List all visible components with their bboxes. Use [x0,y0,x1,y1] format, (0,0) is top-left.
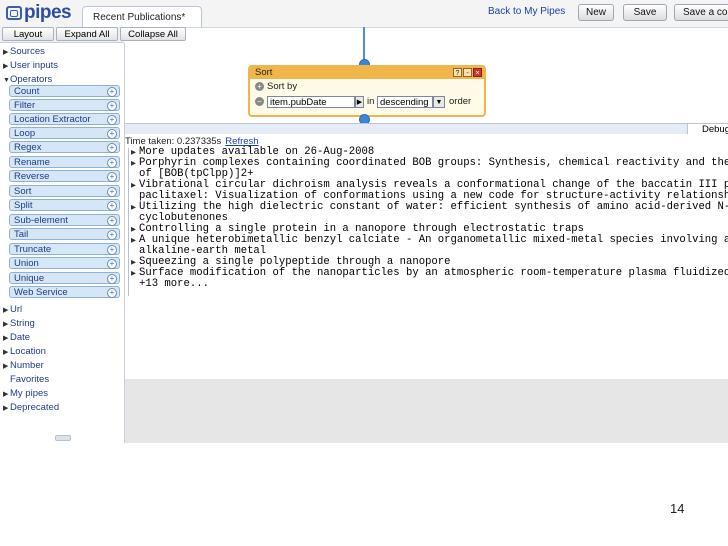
add-icon[interactable]: + [107,288,117,298]
pipes-logo-text: pipes [24,2,72,23]
collapsed-arrow-icon: ▶ [3,391,9,398]
close-icon[interactable]: × [473,68,482,77]
category-user-inputs[interactable]: ▶ User inputs [3,59,58,72]
operator-web-service[interactable]: Web Service + [9,286,120,298]
layout-button[interactable]: Layout [2,27,54,41]
add-icon[interactable]: + [107,158,117,168]
collapsed-arrow-icon: ▶ [3,321,9,328]
empty-panel-area [125,379,728,443]
category-my-pipes[interactable]: ▶ My pipes [3,387,48,400]
operator-regex[interactable]: Regex + [9,141,120,153]
header-bar: pipes Recent Publications* Back to My Pi… [0,0,728,28]
add-icon[interactable]: + [107,87,117,97]
sidebar-scroll-handle[interactable] [55,435,71,441]
remove-sort-rule-icon[interactable]: − [255,96,264,106]
save-copy-button[interactable]: Save a copy [674,4,728,21]
operator-loop[interactable]: Loop + [9,127,120,139]
category-sources[interactable]: ▶ Sources [3,45,45,58]
operator-rename[interactable]: Rename + [9,156,120,168]
debugger-panel: Time taken: 0.237335s Refresh ▶ More updat… [125,134,728,379]
expand-arrow-icon[interactable]: ▶ [131,147,136,158]
chevron-down-icon[interactable]: ▼ [433,96,445,108]
sort-module-title: Sort [255,67,273,78]
slide-page-number: 14 [670,501,685,516]
operator-location-extractor[interactable]: Location Extractor + [9,113,120,125]
add-icon[interactable]: + [107,259,117,269]
add-icon[interactable]: + [107,216,117,226]
more-results-link[interactable]: +13 more... [125,279,728,290]
expand-arrow-icon[interactable]: ▶ [131,224,136,235]
add-icon[interactable]: + [107,172,117,182]
module-library: ▶ Sources ▶ User inputs ▼Operators Count + … [0,43,125,443]
operator-count[interactable]: Count + [9,85,120,97]
pipes-logo[interactable]: pipes [6,2,72,23]
operator-filter[interactable]: Filter + [9,99,120,111]
collapsed-arrow-icon: ▶ [3,63,9,70]
back-to-my-pipes-link[interactable]: Back to My Pipes [488,6,565,17]
new-button[interactable]: New [578,4,614,21]
category-number[interactable]: ▶ Number [3,359,44,372]
collapsed-arrow-icon: ▶ [3,335,9,342]
category-string[interactable]: ▶ String [3,317,35,330]
operator-reverse[interactable]: Reverse + [9,170,120,182]
add-icon[interactable]: + [107,101,117,111]
expand-arrow-icon[interactable]: ▶ [131,235,136,246]
results-list: ▶ More updates available on 26-Aug-2008 ▶… [125,147,728,290]
pipes-editor: pipes Recent Publications* Back to My Pi… [0,0,728,443]
pipes-logo-icon [6,6,22,20]
collapsed-arrow-icon: ▶ [3,405,9,412]
sort-order-select[interactable]: descending [377,96,433,108]
document-tab[interactable]: Recent Publications* [82,6,202,27]
debugger-tab[interactable]: Debugger [687,123,728,135]
minimize-icon[interactable]: - [463,68,472,77]
expand-arrow-icon[interactable]: ▶ [131,202,136,213]
operator-sub-element[interactable]: Sub-element + [9,214,120,226]
add-sort-rule-icon[interactable]: + [255,81,264,91]
expand-arrow-icon[interactable]: ▶ [131,180,136,191]
sort-field-input[interactable]: item.pubDate [267,96,355,108]
operator-unique[interactable]: Unique + [9,272,120,284]
collapsed-arrow-icon: ▶ [3,363,9,370]
category-date[interactable]: ▶ Date [3,331,30,344]
operator-split[interactable]: Split + [9,199,120,211]
expand-arrow-icon[interactable]: ▶ [131,257,136,268]
expand-arrow-icon[interactable]: ▶ [131,268,136,279]
operator-union[interactable]: Union + [9,257,120,269]
order-label: order [449,96,472,107]
category-location[interactable]: ▶ Location [3,345,46,358]
help-icon[interactable]: ? [453,68,462,77]
collapsed-arrow-icon: ▶ [3,349,9,356]
in-label: in [367,96,375,107]
document-tab-title: Recent Publications* [93,12,186,23]
collapsed-arrow-icon: ▶ [3,49,9,56]
add-icon[interactable]: + [107,187,117,197]
sort-rule-row: − [255,96,267,108]
add-icon[interactable]: + [107,245,117,255]
category-favorites[interactable]: Favorites [3,373,49,386]
expand-all-button[interactable]: Expand All [56,27,118,41]
operator-sort[interactable]: Sort + [9,185,120,197]
sort-by-row: + Sort by [255,81,297,93]
list-item[interactable]: ▶ Surface modification of the nanoparticl… [125,268,728,279]
category-deprecated[interactable]: ▶ Deprecated [3,401,59,414]
add-icon[interactable]: + [107,274,117,284]
collapsed-arrow-icon: ▶ [3,307,9,314]
collapse-all-button[interactable]: Collapse All [120,27,186,41]
add-icon[interactable]: + [107,143,117,153]
pipe-wire [363,27,365,63]
field-picker-arrow-icon[interactable]: ▶ [355,96,364,108]
operator-tail[interactable]: Tail + [9,228,120,240]
debugger-bar: Debugger [125,123,728,135]
sidebar-toolbar: Layout Expand All Collapse All [0,27,186,43]
add-icon[interactable]: + [107,115,117,125]
add-icon[interactable]: + [107,201,117,211]
add-icon[interactable]: + [107,129,117,139]
expand-arrow-icon[interactable]: ▶ [131,158,136,169]
sort-module[interactable]: Sort ? - × + Sort by − item.pubDate ▶ in … [248,65,486,117]
category-url[interactable]: ▶ Url [3,303,22,316]
sort-module-titlebar[interactable]: Sort ? - × [250,67,484,79]
operator-truncate[interactable]: Truncate + [9,243,120,255]
add-icon[interactable]: + [107,230,117,240]
save-button[interactable]: Save [623,4,667,21]
